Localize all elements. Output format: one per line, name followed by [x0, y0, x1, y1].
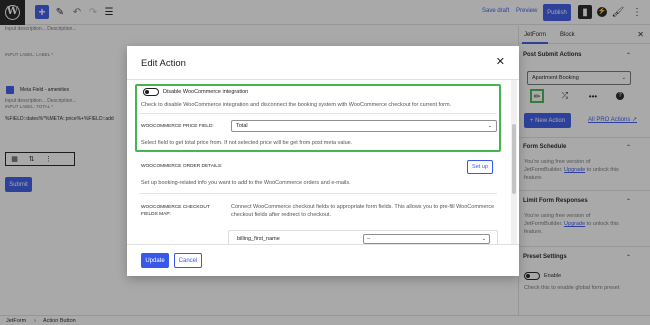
close-icon[interactable]: ✕	[496, 55, 505, 68]
order-details-help: Set up booking-related info you want to …	[141, 180, 351, 186]
disable-woocommerce-toggle[interactable]	[143, 88, 159, 96]
price-field-value: Total	[236, 123, 248, 129]
cancel-button[interactable]: Cancel	[174, 253, 202, 268]
row-divider	[139, 193, 497, 194]
row-divider	[139, 113, 497, 114]
chevron-down-icon: ⌄	[481, 236, 486, 242]
price-field-select[interactable]: Total ⌄	[231, 120, 497, 132]
modal-title: Edit Action	[141, 58, 186, 69]
edit-action-modal: Edit Action ✕ Disable WooCommerce integr…	[127, 46, 519, 276]
modal-header: Edit Action ✕	[127, 46, 519, 80]
disable-woocommerce-label: Disable WooCommerce integration	[163, 89, 249, 95]
modal-scrollbar-thumb[interactable]	[512, 124, 516, 194]
price-field-label: WOOCOMMERCE PRICE FIELD:	[141, 124, 214, 129]
update-button[interactable]: Update	[141, 253, 169, 268]
order-details-label: WOOCOMMERCE ORDER DETAILS:	[141, 164, 223, 169]
setup-button[interactable]: Set up	[467, 160, 493, 174]
modal-footer: Update Cancel	[127, 244, 519, 276]
billing-first-name-label: billing_first_name	[237, 236, 280, 242]
billing-first-name-select[interactable]: -- ⌄	[363, 234, 490, 244]
billing-select-value: --	[367, 236, 371, 242]
checkout-fields-label: WOOCOMMERCE CHECKOUT FIELDS MAP:	[141, 205, 210, 217]
chevron-down-icon: ⌄	[487, 123, 492, 129]
price-field-help: Select field to get total price from. If…	[141, 140, 353, 146]
disable-woocommerce-help: Check to disable WooCommerce integration…	[141, 102, 452, 108]
modal-body: Disable WooCommerce integration Check to…	[127, 80, 519, 244]
checkout-fields-help: Connect WooCommerce checkout fields to a…	[231, 204, 495, 218]
